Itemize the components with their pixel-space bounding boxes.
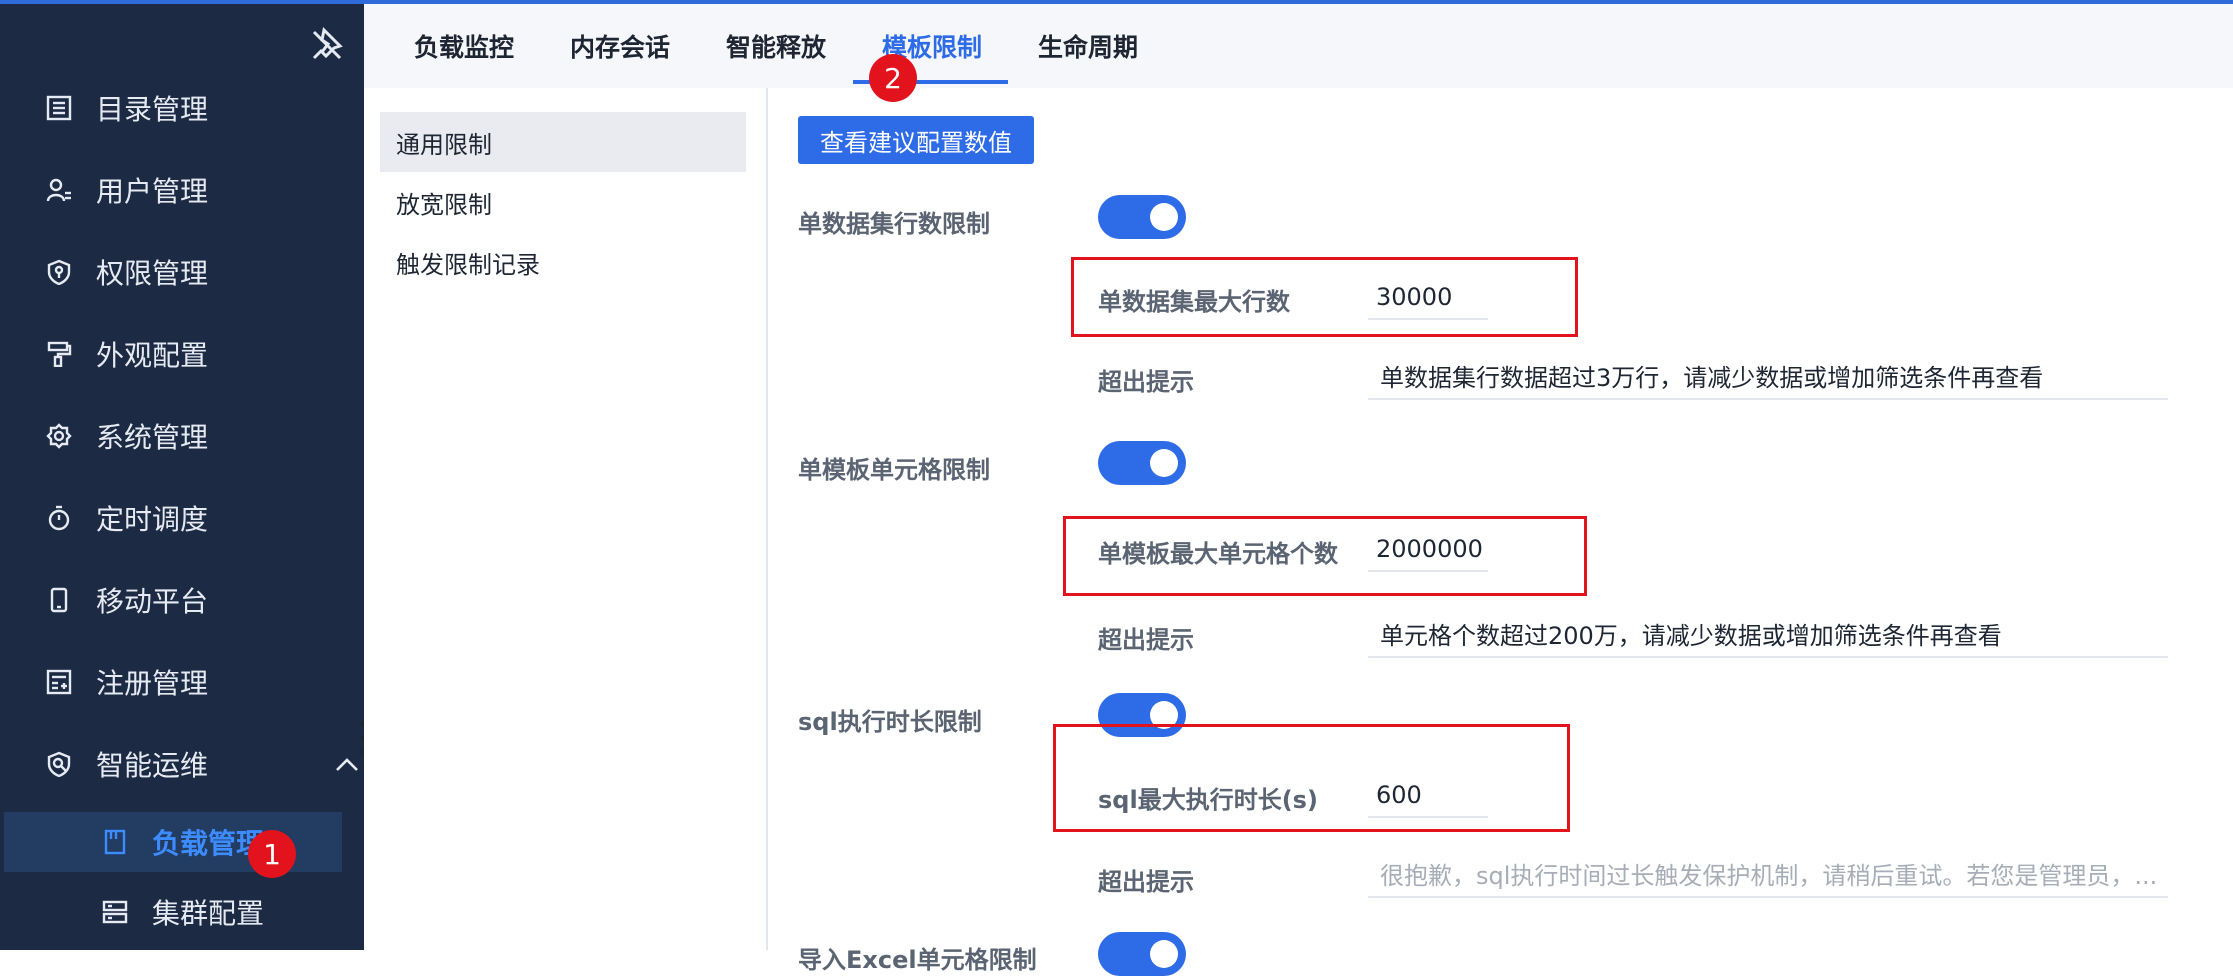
sidebar-item-label: 注册管理 [96, 667, 209, 700]
sidebar-item-permissions[interactable]: 权限管理 [44, 242, 364, 302]
user-icon [44, 175, 74, 205]
highlight-box [1063, 516, 1587, 596]
register-icon [44, 667, 74, 697]
top-tab-bar: 负载监控 内存会话 智能释放 模板限制 生命周期 [364, 4, 2233, 88]
sidebar-item-smart-ops[interactable]: 智能运维 [44, 734, 364, 794]
step-badge-2: 2 [869, 54, 917, 102]
submenu-relaxed-limit[interactable]: 放宽限制 [380, 172, 746, 232]
sidebar: 目录管理 用户管理 权限管理 外观配置 系统管理 定时调度 移动平台 注册管理 … [0, 4, 364, 950]
sidebar-item-label: 用户管理 [96, 175, 209, 208]
tab-load-monitoring[interactable]: 负载监控 [414, 4, 514, 88]
hint-label: 超出提示 [1098, 368, 1194, 396]
tab-memory-session[interactable]: 内存会话 [570, 4, 670, 88]
smart-ops-icon [44, 749, 74, 779]
stopwatch-icon [44, 503, 74, 533]
sidebar-item-mobile[interactable]: 移动平台 [44, 570, 364, 630]
toggle-knob [1150, 449, 1178, 477]
list-icon [44, 93, 74, 123]
sidebar-item-label: 系统管理 [96, 421, 209, 454]
shield-icon [44, 257, 74, 287]
sidebar-item-users[interactable]: 用户管理 [44, 160, 364, 220]
submenu-general-limit[interactable]: 通用限制 [380, 112, 746, 172]
highlight-box [1053, 724, 1570, 832]
sidebar-item-cluster-config[interactable]: 集群配置 [4, 882, 342, 942]
row-limit-toggle[interactable] [1098, 195, 1186, 239]
tab-smart-release[interactable]: 智能释放 [726, 4, 826, 88]
sidebar-item-label: 目录管理 [96, 93, 209, 126]
tab-lifecycle[interactable]: 生命周期 [1038, 4, 1138, 88]
step-badge-1: 1 [248, 830, 296, 878]
submenu-trigger-records[interactable]: 触发限制记录 [380, 232, 746, 292]
sql-time-hint-input[interactable]: 很抱歉，sql执行时间过长触发保护机制，请稍后重试。若您是管理员，... [1368, 850, 2168, 898]
highlight-box [1071, 257, 1578, 337]
sidebar-item-catalog[interactable]: 目录管理 [44, 78, 364, 138]
limit-submenu: 通用限制 放宽限制 触发限制记录 [364, 88, 768, 950]
row-limit-hint-input[interactable]: 单数据集行数据超过3万行，请减少数据或增加筛选条件再查看 [1368, 352, 2168, 400]
excel-cell-limit-toggle[interactable] [1098, 932, 1186, 976]
gear-icon [44, 421, 74, 451]
sidebar-item-label: 移动平台 [96, 585, 209, 618]
sidebar-item-label: 定时调度 [96, 503, 209, 536]
sidebar-item-label: 外观配置 [96, 339, 209, 372]
chevron-up-icon[interactable] [334, 752, 360, 778]
sidebar-item-system[interactable]: 系统管理 [44, 406, 364, 466]
section-title: 单模板单元格限制 [798, 456, 990, 484]
section-title: 导入Excel单元格限制 [798, 946, 1037, 974]
hint-label: 超出提示 [1098, 626, 1194, 654]
toggle-knob [1150, 203, 1178, 231]
server-icon [100, 897, 130, 927]
hint-label: 超出提示 [1098, 868, 1194, 896]
sidebar-item-scheduling[interactable]: 定时调度 [44, 488, 364, 548]
sidebar-item-appearance[interactable]: 外观配置 [44, 324, 364, 384]
paint-roller-icon [44, 339, 74, 369]
cell-limit-toggle[interactable] [1098, 441, 1186, 485]
sidebar-item-label: 智能运维 [96, 749, 209, 782]
sidebar-item-registration[interactable]: 注册管理 [44, 652, 364, 712]
section-title: sql执行时长限制 [798, 708, 982, 736]
cell-limit-hint-input[interactable]: 单元格个数超过200万，请减少数据或增加筛选条件再查看 [1368, 610, 2168, 658]
card-icon [100, 827, 130, 857]
mobile-icon [44, 585, 74, 615]
sidebar-item-label: 集群配置 [152, 897, 265, 930]
sidebar-item-label: 权限管理 [96, 257, 209, 290]
view-suggested-config-button[interactable]: 查看建议配置数值 [798, 116, 1034, 164]
toggle-knob [1150, 940, 1178, 968]
unpin-icon[interactable] [306, 24, 346, 64]
section-title: 单数据集行数限制 [798, 210, 990, 238]
